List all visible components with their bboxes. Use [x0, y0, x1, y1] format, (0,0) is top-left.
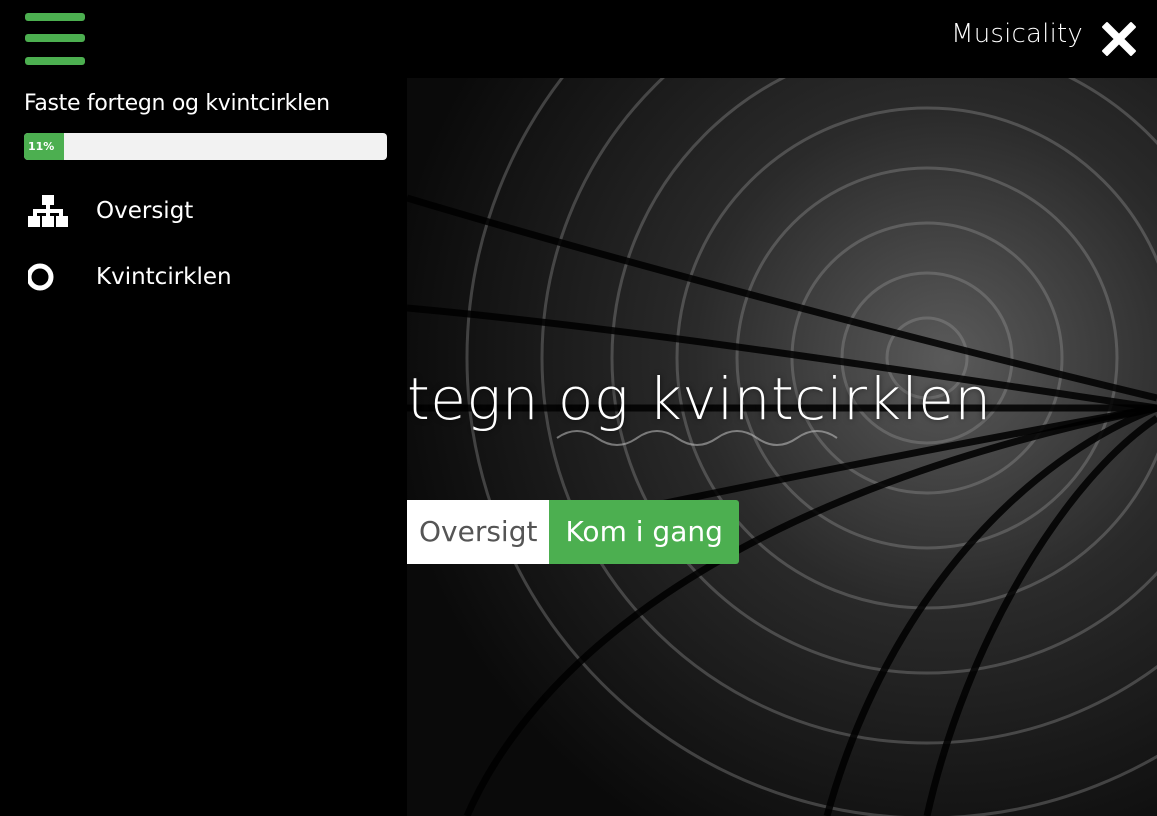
sidebar-item-oversigt[interactable]: Oversigt	[28, 191, 193, 231]
hero-background-image	[407, 78, 1157, 816]
overview-button[interactable]: Oversigt	[407, 500, 550, 564]
progress-label: 11%	[28, 140, 55, 153]
circle-icon	[28, 261, 70, 293]
app-window: tegn og kvintcirklen Oversigt Kom i gang…	[0, 0, 1157, 816]
get-started-button[interactable]: Kom i gang	[549, 500, 739, 564]
progress-bar: 11%	[24, 133, 387, 160]
sitemap-icon	[28, 195, 70, 227]
brand-name: Musicality	[951, 19, 1083, 49]
sidebar-item-label: Kvintcirklen	[96, 264, 232, 290]
sidebar-item-label: Oversigt	[96, 198, 194, 224]
hamburger-icon[interactable]	[25, 13, 85, 69]
sidebar-item-kvintcirklen[interactable]: Kvintcirklen	[28, 257, 232, 297]
course-title: Faste fortegn og kvintcirklen	[24, 91, 330, 116]
top-bar: Musicality	[0, 0, 1157, 78]
close-x-icon[interactable]	[1099, 19, 1139, 59]
sidebar: Faste fortegn og kvintcirklen 11% Oversi…	[0, 78, 407, 816]
hero-title: tegn og kvintcirklen	[407, 365, 992, 433]
hero-section: tegn og kvintcirklen Oversigt Kom i gang	[407, 78, 1157, 816]
hero-buttons: Oversigt Kom i gang	[407, 500, 739, 564]
